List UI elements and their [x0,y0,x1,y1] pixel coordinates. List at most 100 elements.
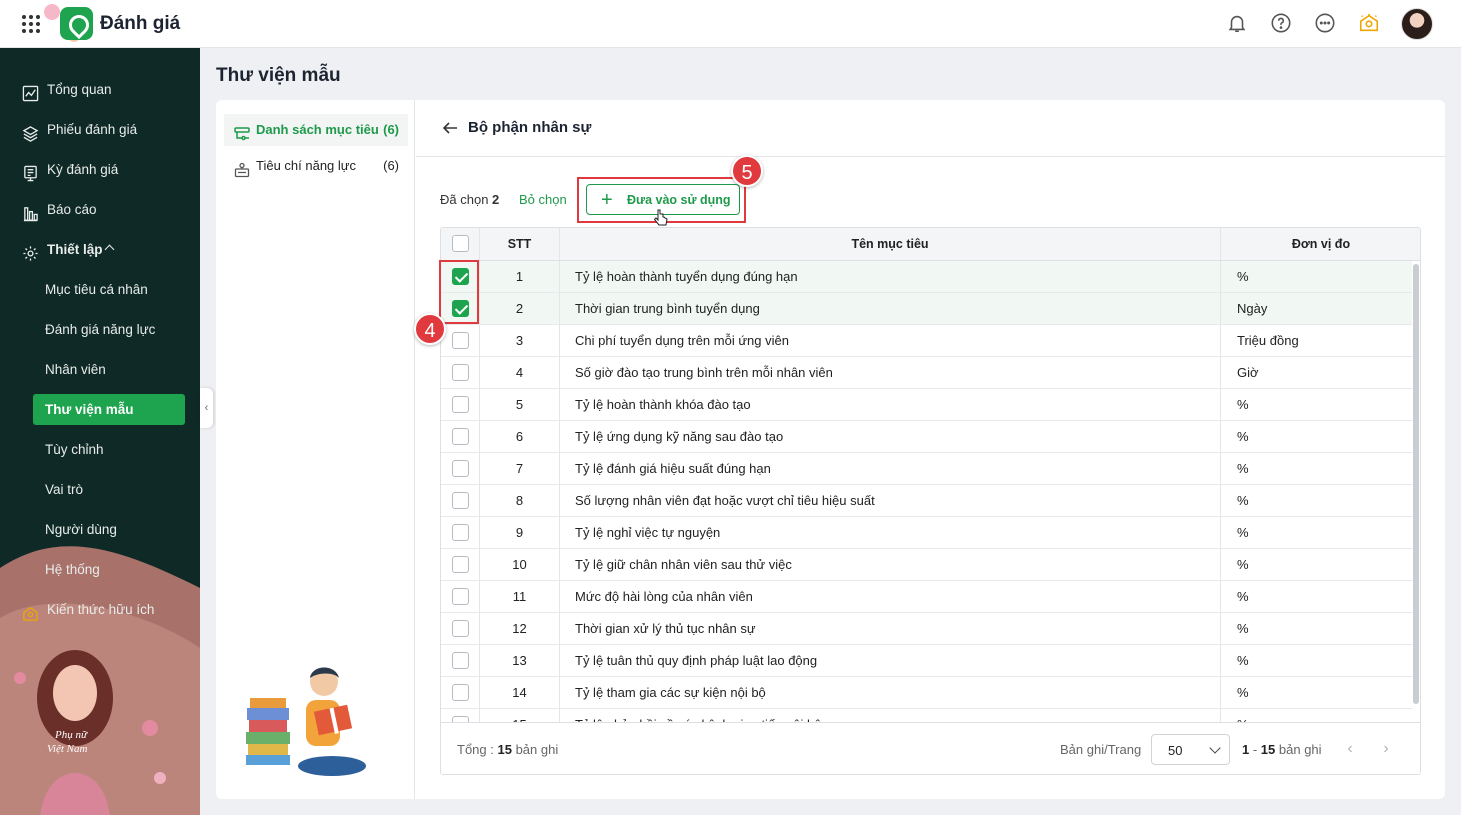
competency-icon [234,158,250,178]
row-checkbox-cell [441,325,480,356]
table-row[interactable]: 7 Tỷ lệ đánh giá hiệu suất đúng hạn% [441,453,1412,485]
sidebar-collapse-handle[interactable]: ‹ [200,388,213,428]
row-goal-name: Số giờ đào tạo trung bình trên mỗi nhân … [560,357,1221,388]
sidebar-item-label: Đánh giá năng lực [45,322,156,337]
sidebar-item-personal-goals[interactable]: Mục tiêu cá nhân [0,274,200,306]
selected-label: Đã chọn [440,192,489,207]
row-unit: Giờ [1237,365,1259,380]
detail-header: Bộ phận nhân sự [416,100,1445,157]
row-checkbox-cell [441,613,480,644]
sidebar-item-label: Hệ thống [45,562,100,577]
sidebar-item-system[interactable]: Hệ thống [0,554,200,586]
row-unit: % [1237,397,1249,412]
row-goal-name: Tỷ lệ hoàn thành khóa đào tạo [560,389,1221,420]
table-row[interactable]: 2 Thời gian trung bình tuyển dụng Ngày [441,293,1412,325]
sidebar-item-settings[interactable]: Thiết lập [0,234,200,266]
library-item-goal-list[interactable]: Danh sách mục tiêu (6) [224,114,408,146]
row-stt: 5 [480,389,560,420]
row-checkbox[interactable] [452,396,469,413]
row-unit: % [1237,269,1249,284]
sidebar-item-label: Báo cáo [47,202,97,217]
row-goal-name: Tỷ lệ giữ chân nhân viên sau thử việc [560,549,1221,580]
table-row[interactable]: 5 Tỷ lệ hoàn thành khóa đào tạo% [441,389,1412,421]
table-row[interactable]: 11 Mức độ hài lòng của nhân viên% [441,581,1412,613]
sidebar-item-roles[interactable]: Vai trò [0,474,200,506]
select-all-checkbox[interactable] [452,235,469,252]
row-unit: % [1237,685,1249,700]
table-row[interactable]: 13 Tỷ lệ tuân thủ quy định pháp luật lao … [441,645,1412,677]
sidebar-item-reports[interactable]: Báo cáo [0,194,200,226]
row-unit: Triệu đồng [1237,333,1299,348]
row-checkbox[interactable] [452,556,469,573]
table-footer: Tổng : 15 bản ghi Bản ghi/Trang 50 1 - 1… [441,722,1420,774]
lightbulb-icon[interactable] [1358,12,1380,34]
more-icon[interactable] [1314,12,1336,34]
row-checkbox[interactable] [452,524,469,541]
row-goal-name: Tỷ lệ hoàn thành tuyển dụng đúng hạn [560,261,1221,292]
sidebar-item-customize[interactable]: Tùy chỉnh [0,434,200,466]
table-row[interactable]: 8 Số lượng nhân viên đạt hoặc vượt chỉ ti… [441,485,1412,517]
row-stt: 2 [480,293,560,324]
sidebar-item-label: Tổng quan [47,82,112,97]
table-row[interactable]: 14 Tỷ lệ tham gia các sự kiện nội bộ% [441,677,1412,709]
total-records: Tổng : 15 bản ghi [457,742,558,757]
back-arrow-icon[interactable] [440,118,460,138]
row-checkbox[interactable] [452,588,469,605]
row-checkbox[interactable] [452,428,469,445]
row-goal-name: Chi phí tuyển dụng trên mỗi ứng viên [560,325,1221,356]
row-checkbox[interactable] [452,364,469,381]
row-checkbox-cell [441,549,480,580]
sidebar: Phụ nữ Việt Nam Tổng quan Phiếu đánh giá… [0,48,200,815]
row-checkbox-cell [441,485,480,516]
row-checkbox[interactable] [452,492,469,509]
app-title: Đánh giá [100,13,181,34]
table-row[interactable]: 4 Số giờ đào tạo trung bình trên mỗi nhân… [441,357,1412,389]
row-stt: 12 [480,613,560,644]
library-item-count: (6) [383,122,399,137]
row-checkbox[interactable] [452,332,469,349]
row-unit: % [1237,525,1249,540]
form-icon [22,162,39,182]
row-goal-name: Tỷ lệ đánh giá hiệu suất đúng hạn [560,453,1221,484]
sidebar-item-employees[interactable]: Nhân viên [0,354,200,386]
deselect-link[interactable]: Bỏ chọn [519,192,567,207]
table-row[interactable]: 9 Tỷ lệ nghỉ việc tự nguyện% [441,517,1412,549]
table-scrollbar[interactable] [1413,264,1419,704]
app-logo [60,7,93,40]
table-row[interactable]: 6 Tỷ lệ ứng dụng kỹ năng sau đào tạo% [441,421,1412,453]
sidebar-item-label: Tùy chỉnh [45,442,104,457]
table-row[interactable]: 12 Thời gian xử lý thủ tục nhân sự% [441,613,1412,645]
table-row[interactable]: 3 Chi phí tuyển dụng trên mỗi ứng viên Tri… [441,325,1412,357]
top-bar: Đánh giá [0,0,1461,48]
sidebar-item-overview[interactable]: Tổng quan [0,74,200,106]
row-checkbox[interactable] [452,460,469,477]
help-icon[interactable] [1270,12,1292,34]
row-goal-name: Tỷ lệ ứng dụng kỹ năng sau đào tạo [560,421,1221,452]
app-launcher-icon[interactable] [22,15,40,33]
sidebar-item-users[interactable]: Người dùng [0,514,200,546]
sidebar-item-evaluation-forms[interactable]: Phiếu đánh giá [0,114,200,146]
header-name: Tên mục tiêu [560,228,1221,260]
library-item-count: (6) [383,158,399,173]
sidebar-item-competency-evaluation[interactable]: Đánh giá năng lực [0,314,200,346]
sidebar-item-label: Kiến thức hữu ích [47,602,155,617]
row-checkbox[interactable] [452,652,469,669]
library-item-competency-criteria[interactable]: Tiêu chí năng lực (6) [224,150,408,182]
table-row[interactable]: 15Tỷ lệ phản hồi về các kênh giao tiếp n… [441,709,1412,722]
sidebar-item-useful-knowledge[interactable]: Kiến thức hữu ích [0,594,200,626]
sidebar-item-template-library[interactable]: Thư viện mẫu [0,394,200,426]
per-page-value: 50 [1168,743,1183,758]
bell-icon[interactable] [1226,12,1248,34]
table-row[interactable]: 1 Tỷ lệ hoàn thành tuyển dụng đúng hạn% [441,261,1412,293]
prev-page-button[interactable]: ‹ [1338,737,1362,761]
table-row[interactable]: 10 Tỷ lệ giữ chân nhân viên sau thử việc% [441,549,1412,581]
next-page-button[interactable]: › [1374,737,1398,761]
target-list-icon [234,122,250,141]
per-page-select[interactable]: 50 [1151,734,1230,765]
user-avatar[interactable] [1401,8,1433,40]
selected-count-label: Đã chọn 2 [440,192,499,207]
row-checkbox[interactable] [452,684,469,701]
row-checkbox[interactable] [452,620,469,637]
sidebar-item-evaluation-periods[interactable]: Kỳ đánh giá [0,154,200,186]
sidebar-item-label: Mục tiêu cá nhân [45,282,148,297]
